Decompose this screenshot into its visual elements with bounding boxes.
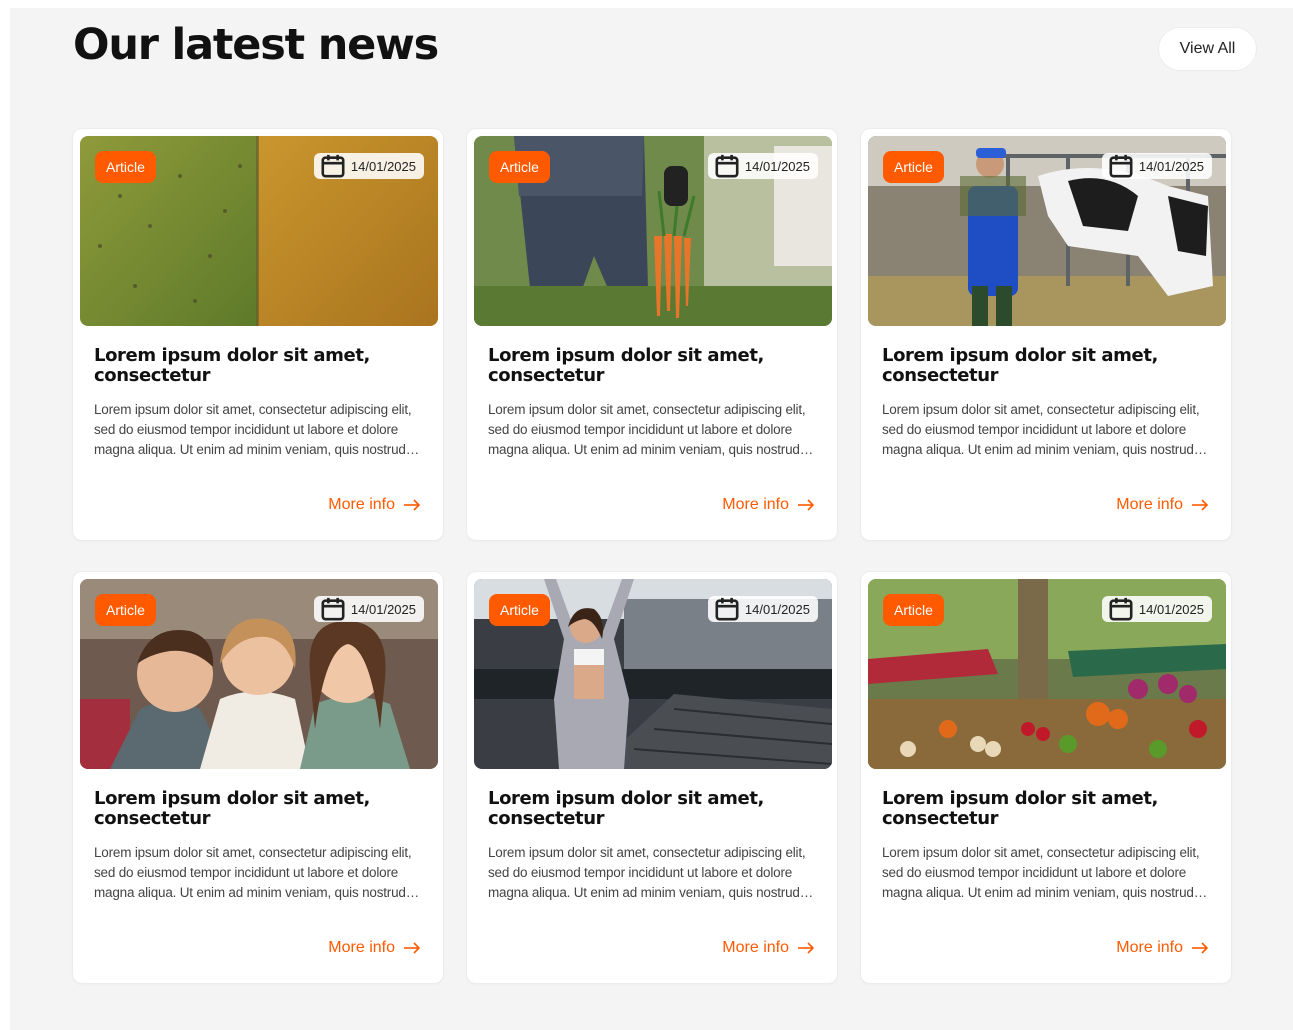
card-image[interactable]: Article 14/01/2025 — [868, 579, 1226, 769]
date-badge: 14/01/2025 — [1101, 153, 1212, 179]
card-image[interactable]: Article 14/01/2025 — [80, 136, 438, 326]
card-excerpt: Lorem ipsum dolor sit amet, consectetur … — [882, 402, 1200, 457]
arrow-right-icon — [1192, 499, 1209, 511]
article-tag: Article — [95, 151, 156, 183]
date-badge: 14/01/2025 — [707, 153, 818, 179]
date-badge: 14/01/2025 — [707, 596, 818, 622]
article-tag: Article — [883, 151, 944, 183]
view-all-button[interactable]: View All — [1158, 27, 1257, 71]
more-info-label: More info — [722, 939, 789, 956]
arrow-right-icon — [798, 499, 815, 511]
news-card[interactable]: Article 14/01/2025 Lorem ipsum dolor sit… — [860, 571, 1232, 984]
article-tag: Article — [95, 594, 156, 626]
date-text: 14/01/2025 — [1138, 158, 1204, 174]
arrow-right-icon — [404, 499, 421, 511]
calendar-icon — [321, 597, 345, 621]
news-card[interactable]: Article 14/01/2025 Lorem ipsum dolor sit… — [72, 128, 444, 541]
more-info-label: More info — [328, 496, 395, 513]
page-title: Our latest news — [73, 20, 439, 70]
arrow-right-icon — [798, 942, 815, 954]
date-text: 14/01/2025 — [744, 601, 810, 617]
card-excerpt: Lorem ipsum dolor sit amet, consectetur … — [488, 845, 806, 900]
calendar-icon — [321, 154, 345, 178]
article-tag: Article — [489, 594, 550, 626]
more-info-label: More info — [328, 939, 395, 956]
card-image[interactable]: Article 14/01/2025 — [474, 136, 832, 326]
more-info-label: More info — [1116, 496, 1183, 513]
card-title[interactable]: Lorem ipsum dolor sit amet, consectetur — [488, 789, 816, 829]
card-image[interactable]: Article 14/01/2025 — [474, 579, 832, 769]
card-title[interactable]: Lorem ipsum dolor sit amet, consectetur — [94, 789, 422, 829]
date-text: 14/01/2025 — [744, 158, 810, 174]
more-info-label: More info — [722, 496, 789, 513]
calendar-icon — [1109, 597, 1133, 621]
card-title[interactable]: Lorem ipsum dolor sit amet, consectetur — [882, 789, 1210, 829]
calendar-icon — [715, 154, 739, 178]
news-card[interactable]: Article 14/01/2025 Lorem ipsum dolor sit… — [466, 571, 838, 984]
date-text: 14/01/2025 — [1138, 601, 1204, 617]
card-image[interactable]: Article 14/01/2025 — [80, 579, 438, 769]
more-info-link[interactable]: More info — [722, 496, 815, 514]
date-text: 14/01/2025 — [350, 158, 416, 174]
more-info-label: More info — [1116, 939, 1183, 956]
card-title[interactable]: Lorem ipsum dolor sit amet, consectetur — [488, 346, 816, 386]
more-info-link[interactable]: More info — [1116, 496, 1209, 514]
card-title[interactable]: Lorem ipsum dolor sit amet, consectetur — [94, 346, 422, 386]
card-excerpt: Lorem ipsum dolor sit amet, consectetur … — [94, 845, 412, 900]
date-badge: 14/01/2025 — [313, 153, 424, 179]
arrow-right-icon — [404, 942, 421, 954]
date-badge: 14/01/2025 — [1101, 596, 1212, 622]
article-tag: Article — [883, 594, 944, 626]
card-excerpt: Lorem ipsum dolor sit amet, consectetur … — [882, 845, 1200, 900]
calendar-icon — [715, 597, 739, 621]
date-text: 14/01/2025 — [350, 601, 416, 617]
arrow-right-icon — [1192, 942, 1209, 954]
news-card[interactable]: Article 14/01/2025 Lorem ipsum dolor sit… — [466, 128, 838, 541]
card-image[interactable]: Article 14/01/2025 — [868, 136, 1226, 326]
more-info-link[interactable]: More info — [328, 939, 421, 957]
latest-news-section: Our latest news View All Article 14/01/2… — [10, 8, 1293, 1030]
card-excerpt: Lorem ipsum dolor sit amet, consectetur … — [94, 402, 412, 457]
date-badge: 14/01/2025 — [313, 596, 424, 622]
more-info-link[interactable]: More info — [722, 939, 815, 957]
card-excerpt: Lorem ipsum dolor sit amet, consectetur … — [488, 402, 806, 457]
article-tag: Article — [489, 151, 550, 183]
news-grid: Article 14/01/2025 Lorem ipsum dolor sit… — [72, 128, 1234, 984]
more-info-link[interactable]: More info — [328, 496, 421, 514]
card-title[interactable]: Lorem ipsum dolor sit amet, consectetur — [882, 346, 1210, 386]
news-card[interactable]: Article 14/01/2025 Lorem ipsum dolor sit… — [72, 571, 444, 984]
calendar-icon — [1109, 154, 1133, 178]
news-card[interactable]: Article 14/01/2025 Lorem ipsum dolor sit… — [860, 128, 1232, 541]
more-info-link[interactable]: More info — [1116, 939, 1209, 957]
